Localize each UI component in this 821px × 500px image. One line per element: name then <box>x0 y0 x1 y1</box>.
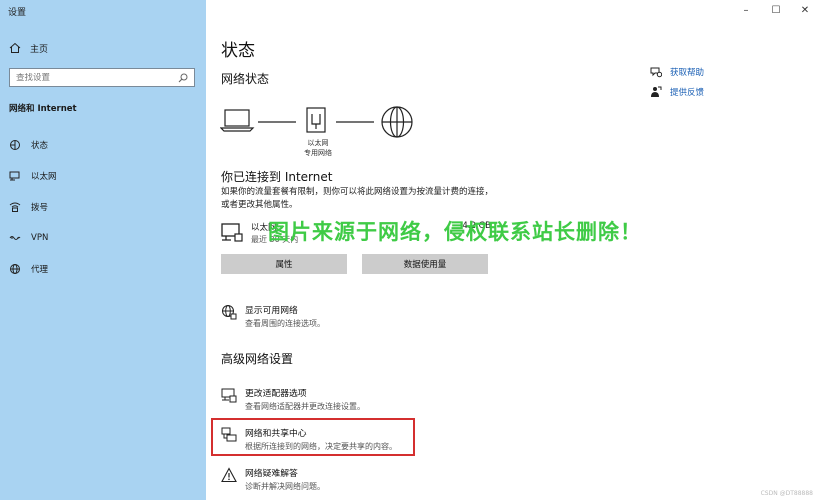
network-sharing-center-desc: 根据所连接到的网络，决定要共享的内容。 <box>245 442 397 451</box>
globe-antenna-icon <box>222 305 237 320</box>
change-adapter-options-title: 更改适配器选项 <box>245 389 307 399</box>
show-networks-desc: 查看周围的连接选项。 <box>245 319 325 328</box>
get-help-label[interactable]: 获取帮助 <box>670 66 704 78</box>
network-troubleshooter-desc: 诊断并解决网络问题。 <box>245 482 325 491</box>
connected-description: 如果你的流量套餐有限制，则你可以将此网络设置为按流量计费的连接，或者更改其他属性… <box>221 187 494 210</box>
show-networks-link[interactable]: 显示可用网络 查看周围的连接选项。 <box>221 303 325 329</box>
sidebar-item-status[interactable]: 状态 <box>0 135 206 155</box>
credit-text: CSDN @DT88888 <box>760 490 813 497</box>
page-title: 状态 <box>221 41 255 61</box>
warning-icon <box>221 467 237 483</box>
laptop-icon <box>220 109 255 132</box>
sidebar-item-label: VPN <box>31 233 49 243</box>
minimize-button[interactable]: – <box>730 2 762 18</box>
sidebar-item-vpn[interactable]: VPN <box>0 228 206 248</box>
app-title: 设置 <box>8 8 27 18</box>
status-icon <box>10 140 20 150</box>
network-sharing-center-link[interactable]: 网络和共享中心 根据所连接到的网络，决定要共享的内容。 <box>221 426 397 452</box>
show-networks-title: 显示可用网络 <box>245 306 298 316</box>
get-help-link[interactable]: 获取帮助 <box>650 66 704 78</box>
globe-icon <box>381 106 413 138</box>
change-adapter-options-link[interactable]: 更改适配器选项 查看网络适配器并更改连接设置。 <box>221 386 365 412</box>
network-sharing-icon <box>221 427 237 442</box>
diagram-label-type: 以太网 <box>307 139 329 147</box>
advanced-settings-heading: 高级网络设置 <box>221 352 294 366</box>
diagram-label-profile: 专用网络 <box>304 149 332 157</box>
connected-heading: 你已连接到 Internet <box>221 170 333 184</box>
ethernet-icon <box>9 171 20 181</box>
sidebar-item-proxy[interactable]: 代理 <box>0 259 206 279</box>
home-label: 主页 <box>30 44 49 55</box>
sidebar-item-dialup[interactable]: 拨号 <box>0 197 206 217</box>
sidebar-item-label: 代理 <box>31 265 49 275</box>
desktop-ethernet-icon <box>221 223 243 242</box>
home-nav[interactable]: 主页 <box>9 40 48 56</box>
feedback-label[interactable]: 提供反馈 <box>670 86 704 98</box>
data-usage-button[interactable]: 数据使用量 <box>362 254 488 274</box>
feedback-icon <box>651 86 662 97</box>
adapter-icon <box>221 388 237 403</box>
home-icon <box>9 42 21 53</box>
search-input[interactable] <box>16 72 178 83</box>
sidebar-item-ethernet[interactable]: 以太网 <box>0 166 206 186</box>
sidebar-section-title: 网络和 Internet <box>9 104 77 114</box>
sidebar-item-label: 以太网 <box>31 172 57 182</box>
sidebar: 设置 主页 网络和 Internet 状态 以太网 拨号 VPN 代理 <box>0 0 206 500</box>
network-troubleshooter-title: 网络疑难解答 <box>245 469 298 479</box>
chat-help-icon <box>650 67 662 78</box>
close-button[interactable]: ✕ <box>789 2 821 18</box>
network-status-heading: 网络状态 <box>221 72 270 86</box>
search-icon[interactable] <box>178 73 188 83</box>
feedback-link[interactable]: 提供反馈 <box>650 86 704 98</box>
sidebar-item-label: 拨号 <box>31 203 49 213</box>
ethernet-port-icon <box>306 107 326 133</box>
network-sharing-center-title: 网络和共享中心 <box>245 429 307 439</box>
properties-button[interactable]: 属性 <box>221 254 347 274</box>
sidebar-item-label: 状态 <box>31 141 49 151</box>
search-box[interactable] <box>9 68 195 87</box>
globe-icon <box>10 264 20 274</box>
dialup-icon <box>9 202 21 212</box>
network-troubleshooter-link[interactable]: 网络疑难解答 诊断并解决网络问题。 <box>221 466 325 492</box>
maximize-button[interactable]: ☐ <box>760 2 792 18</box>
vpn-icon <box>9 236 21 240</box>
change-adapter-options-desc: 查看网络适配器并更改连接设置。 <box>245 402 365 411</box>
watermark-text: 图片来源于网络，侵权联系站长删除！ <box>268 220 642 244</box>
